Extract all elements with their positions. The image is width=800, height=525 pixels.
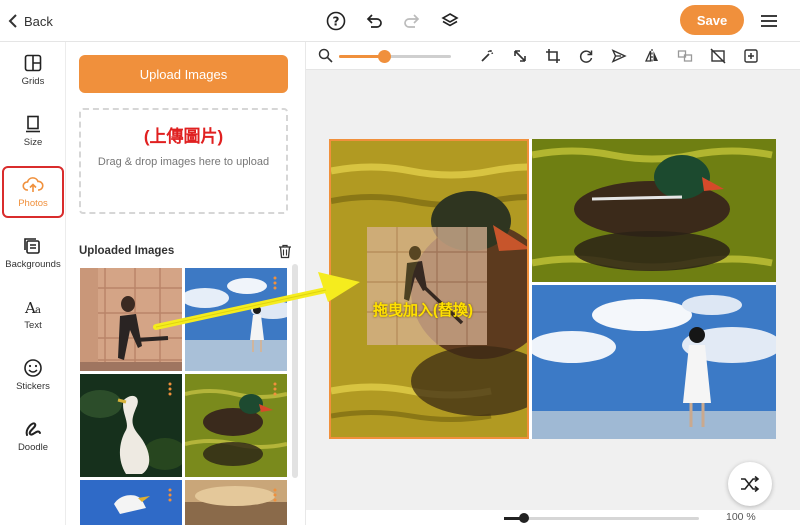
sidebar-item-label: Size (23, 137, 43, 148)
sidebar-item-label: Stickers (16, 381, 50, 392)
drag-preview-image (367, 227, 487, 345)
size-icon (26, 115, 40, 133)
thumbnail-wood-duck[interactable] (185, 374, 287, 477)
sidebar-item-label: Doodle (17, 442, 49, 453)
trash-icon[interactable] (277, 243, 293, 259)
image-zoom-slider[interactable] (339, 50, 451, 63)
upload-dropzone[interactable]: (上傳圖片) Drag & drop images here to upload (79, 108, 288, 214)
svg-text:?: ? (333, 15, 340, 29)
drag-replace-annotation: 拖曳加入(替換) (373, 302, 473, 319)
canvas-zoom-bar: 100 % (306, 510, 800, 525)
text-icon: Aa (24, 299, 41, 317)
svg-text:a: a (35, 305, 41, 316)
redo-icon[interactable] (400, 9, 424, 33)
smiley-icon (24, 359, 42, 377)
sidebar-item-doodle[interactable]: Doodle (2, 410, 64, 462)
doodle-icon (25, 422, 41, 436)
swap-icon[interactable] (676, 47, 694, 65)
canvas-zoom-handle[interactable] (519, 513, 529, 523)
image-toolbar (306, 42, 800, 70)
shuffle-button[interactable] (728, 462, 772, 506)
back-button[interactable]: Back (8, 10, 53, 32)
collage-canvas: 拖曳加入(替換) (329, 139, 776, 439)
save-button[interactable]: Save (680, 5, 744, 35)
sidebar-item-label: Backgrounds (5, 259, 61, 270)
collage-cell-top-right[interactable] (532, 139, 776, 282)
photos-panel: Upload Images (上傳圖片) Drag & drop images … (66, 42, 306, 525)
thumbnail-girl-wall[interactable] (80, 268, 182, 371)
sidebar-item-grids[interactable]: Grids (2, 44, 64, 96)
undo-icon[interactable] (362, 9, 386, 33)
uploaded-images-title: Uploaded Images (79, 245, 175, 257)
zoom-icon (318, 48, 333, 63)
canvas-zoom-slider[interactable] (504, 513, 699, 523)
menu-icon[interactable] (758, 10, 780, 32)
panel-scrollbar[interactable] (292, 264, 298, 478)
resize-icon[interactable] (511, 47, 529, 65)
collage-cell-bottom-right[interactable] (532, 285, 776, 439)
upload-annotation: (上傳圖片) (143, 127, 224, 146)
collage-cell-left[interactable]: 拖曳加入(替換) (329, 139, 529, 439)
sidebar-item-label: Text (24, 320, 42, 331)
crop-icon[interactable] (544, 47, 562, 65)
thumbnail-seagull[interactable] (80, 480, 182, 525)
more-options-icon[interactable] (273, 276, 277, 290)
top-bar: Back ? Save (0, 0, 800, 42)
chevron-left-icon (8, 14, 17, 28)
dropzone-text: Drag & drop images here to upload (97, 156, 270, 168)
back-label: Back (24, 13, 53, 29)
cloud-upload-icon (22, 177, 44, 192)
remove-icon[interactable] (709, 47, 727, 65)
send-icon[interactable] (610, 47, 628, 65)
more-options-icon[interactable] (168, 488, 172, 502)
thumbnail-sunset[interactable] (185, 480, 287, 525)
grid-icon (24, 54, 42, 72)
thumbnail-egret[interactable] (80, 374, 182, 477)
tool-sidebar: Grids Size Photos Backgrounds Aa Text St… (0, 42, 66, 525)
sidebar-item-size[interactable]: Size (2, 105, 64, 157)
image-zoom-handle[interactable] (377, 50, 391, 63)
canvas-area: 拖曳加入(替換) (306, 42, 800, 525)
sidebar-item-label: Photos (18, 198, 48, 209)
help-icon[interactable]: ? (324, 9, 348, 33)
sidebar-item-label: Grids (21, 76, 45, 87)
layers-icon[interactable] (438, 9, 462, 33)
backgrounds-icon (24, 238, 40, 254)
rotate-icon[interactable] (577, 47, 595, 65)
magic-wand-icon[interactable] (478, 47, 496, 65)
more-options-icon[interactable] (273, 488, 277, 502)
sidebar-item-backgrounds[interactable]: Backgrounds (2, 227, 64, 279)
sidebar-item-stickers[interactable]: Stickers (2, 349, 64, 401)
upload-images-button[interactable]: Upload Images (79, 55, 288, 93)
add-icon[interactable] (742, 47, 760, 65)
shuffle-icon (741, 475, 760, 493)
sidebar-item-photos[interactable]: Photos (2, 166, 64, 218)
more-options-icon[interactable] (168, 382, 172, 396)
sidebar-item-text[interactable]: Aa Text (2, 288, 64, 340)
flip-icon[interactable] (643, 47, 661, 65)
zoom-percentage: 100 % (726, 511, 756, 523)
more-options-icon[interactable] (273, 382, 277, 396)
thumbnail-girl-sky[interactable] (185, 268, 287, 371)
